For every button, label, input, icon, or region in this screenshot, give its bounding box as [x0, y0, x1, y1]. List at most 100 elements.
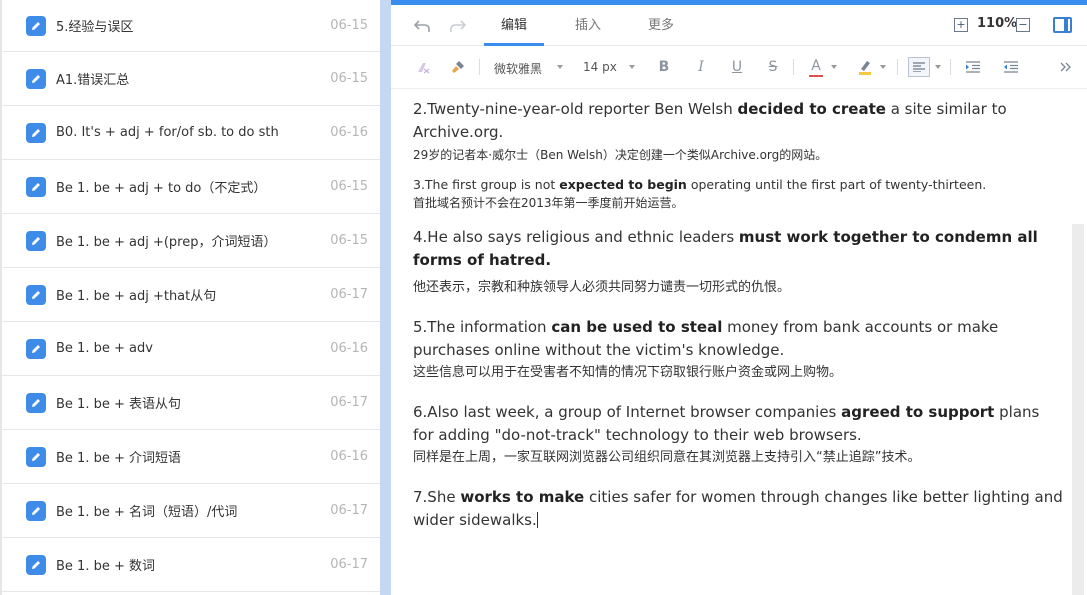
- toolbar-separator: [479, 59, 480, 75]
- note-list-item[interactable]: Be 1. be + 数词 06-17: [2, 538, 380, 592]
- underline-button[interactable]: U: [730, 57, 744, 77]
- toolbar-separator: [950, 59, 951, 75]
- note-icon: [26, 500, 46, 521]
- highlight-color-icon[interactable]: [857, 57, 873, 77]
- tab-insert[interactable]: 插入: [558, 5, 618, 46]
- tab-more[interactable]: 更多: [631, 5, 691, 46]
- note-icon: [26, 554, 46, 575]
- format-painter-icon[interactable]: [449, 57, 467, 77]
- note-date: 06-15: [330, 233, 368, 248]
- note-list-item[interactable]: Be 1. be + adj +that从句 06-17: [2, 268, 380, 322]
- english-sentence: 3.The first group is not expected to beg…: [413, 177, 987, 192]
- chinese-translation: 首批域名预计不会在2013年第一季度前开始运营。: [413, 196, 684, 210]
- note-icon: [26, 176, 46, 197]
- note-icon: [26, 338, 46, 359]
- chevron-down-icon: [831, 65, 837, 69]
- note-title: Be 1. be + 表语从句: [56, 397, 181, 412]
- note-title: Be 1. be + adj + to do（不定式）: [56, 181, 267, 196]
- note-icon: [26, 284, 46, 305]
- bold-button[interactable]: B: [657, 57, 671, 77]
- note-icon: [26, 15, 46, 36]
- redo-icon[interactable]: [447, 15, 469, 37]
- english-sentence: 6.Also last week, a group of Internet br…: [413, 403, 1040, 444]
- note-title: Be 1. be + adj +that从句: [56, 289, 217, 304]
- chevron-down-icon: [880, 65, 886, 69]
- english-sentence: 7.She works to make cities safer for wom…: [413, 488, 1063, 529]
- paragraph: 3.The first group is not expected to beg…: [413, 176, 1063, 212]
- italic-button[interactable]: I: [694, 57, 708, 77]
- note-icon: [26, 392, 46, 413]
- app-window: 5.经验与误区 06-15 A1.错误汇总 06-15 B0. It's + a…: [0, 0, 1087, 595]
- clear-format-icon[interactable]: [415, 57, 433, 77]
- english-sentence: 5.The information can be used to steal m…: [413, 318, 999, 359]
- outdent-icon[interactable]: [1003, 57, 1019, 77]
- chevron-down-icon: [629, 65, 635, 69]
- note-date: 06-17: [330, 287, 368, 302]
- note-list-item[interactable]: Be 1. be + 介词短语 06-16: [2, 430, 380, 484]
- expand-toolbar-icon[interactable]: [1059, 57, 1073, 77]
- paragraph: 2.Twenty-nine-year-old reporter Ben Wels…: [413, 98, 1063, 166]
- note-icon: [26, 68, 46, 89]
- paragraph: 6.Also last week, a group of Internet br…: [413, 401, 1063, 469]
- panel-splitter[interactable]: [380, 0, 391, 595]
- paragraph: 5.The information can be used to steal m…: [413, 316, 1063, 384]
- note-title: Be 1. be + 数词: [56, 559, 155, 574]
- note-date: 06-16: [330, 125, 368, 140]
- zoom-out-button[interactable]: −: [1016, 18, 1030, 32]
- note-title: B0. It's + adj + for/of sb. to do sth: [56, 125, 279, 140]
- paragraph: 4.He also says religious and ethnic lead…: [413, 226, 1063, 299]
- note-icon: [26, 122, 46, 143]
- align-left-icon[interactable]: [908, 57, 930, 77]
- editor-pane: 编辑 插入 更多 + 110% − 微软雅黑 14 px B I U S A 2…: [391, 0, 1087, 595]
- chinese-translation: 29岁的记者本·威尔士（Ben Welsh）决定创建一个类似Archive.or…: [413, 148, 828, 162]
- zoom-in-button[interactable]: +: [954, 18, 968, 32]
- font-family-select[interactable]: 微软雅黑: [494, 60, 542, 77]
- chevron-down-icon: [935, 65, 941, 69]
- paragraph: 7.She works to make cities safer for wom…: [413, 486, 1063, 532]
- scrollbar[interactable]: [1072, 224, 1084, 595]
- tab-edit[interactable]: 编辑: [484, 5, 544, 46]
- toolbar-separator: [793, 59, 794, 75]
- note-icon: [26, 230, 46, 251]
- zoom-level: 110%: [977, 16, 1018, 31]
- note-date: 06-16: [330, 449, 368, 464]
- note-title: A1.错误汇总: [56, 73, 130, 88]
- english-sentence: 4.He also says religious and ethnic lead…: [413, 228, 1038, 269]
- note-list-item[interactable]: 5.经验与误区 06-15: [2, 0, 380, 52]
- panel-toggle-icon[interactable]: [1053, 17, 1072, 33]
- note-date: 06-15: [330, 71, 368, 86]
- indent-icon[interactable]: [965, 57, 981, 77]
- english-sentence: 2.Twenty-nine-year-old reporter Ben Wels…: [413, 100, 1007, 141]
- text-cursor: [536, 512, 538, 528]
- note-list-item[interactable]: Be 1. be + adj +(prep，介词短语） 06-15: [2, 214, 380, 268]
- strikethrough-button[interactable]: S: [766, 57, 780, 77]
- note-date: 06-17: [330, 395, 368, 410]
- note-title: 5.经验与误区: [56, 20, 134, 35]
- toolbar-separator: [897, 59, 898, 75]
- font-size-select[interactable]: 14 px: [583, 60, 617, 74]
- chinese-translation: 他还表示，宗教和种族领导人必须共同努力谴责一切形式的仇恨。: [413, 280, 791, 295]
- note-list: 5.经验与误区 06-15 A1.错误汇总 06-15 B0. It's + a…: [0, 0, 380, 595]
- note-body[interactable]: 2.Twenty-nine-year-old reporter Ben Wels…: [413, 98, 1063, 532]
- note-title: Be 1. be + 名词（短语）/代词: [56, 505, 238, 520]
- note-date: 06-15: [330, 18, 368, 33]
- note-list-item[interactable]: A1.错误汇总 06-15: [2, 52, 380, 106]
- format-toolbar: 微软雅黑 14 px B I U S A: [391, 46, 1087, 89]
- note-list-item[interactable]: B0. It's + adj + for/of sb. to do sth 06…: [2, 106, 380, 160]
- note-date: 06-17: [330, 503, 368, 518]
- note-list-item[interactable]: Be 1. be + adv 06-16: [2, 322, 380, 376]
- note-list-item[interactable]: Be 1. be + 名词（短语）/代词 06-17: [2, 484, 380, 538]
- note-title: Be 1. be + 介词短语: [56, 451, 181, 466]
- note-title: Be 1. be + adv: [56, 341, 153, 356]
- chinese-translation: 同样是在上周，一家互联网浏览器公司组织同意在其浏览器上支持引入“禁止追踪”技术。: [413, 450, 921, 465]
- note-title: Be 1. be + adj +(prep，介词短语）: [56, 235, 277, 250]
- chevron-down-icon: [557, 65, 563, 69]
- note-date: 06-15: [330, 179, 368, 194]
- note-list-item[interactable]: Be 1. be + 表语从句 06-17: [2, 376, 380, 430]
- undo-icon[interactable]: [411, 15, 433, 37]
- note-date: 06-17: [330, 557, 368, 572]
- editor-tabbar: 编辑 插入 更多 + 110% −: [391, 5, 1087, 46]
- font-color-button[interactable]: A: [809, 57, 823, 77]
- note-list-item[interactable]: Be 1. be + adj + to do（不定式） 06-15: [2, 160, 380, 214]
- note-icon: [26, 446, 46, 467]
